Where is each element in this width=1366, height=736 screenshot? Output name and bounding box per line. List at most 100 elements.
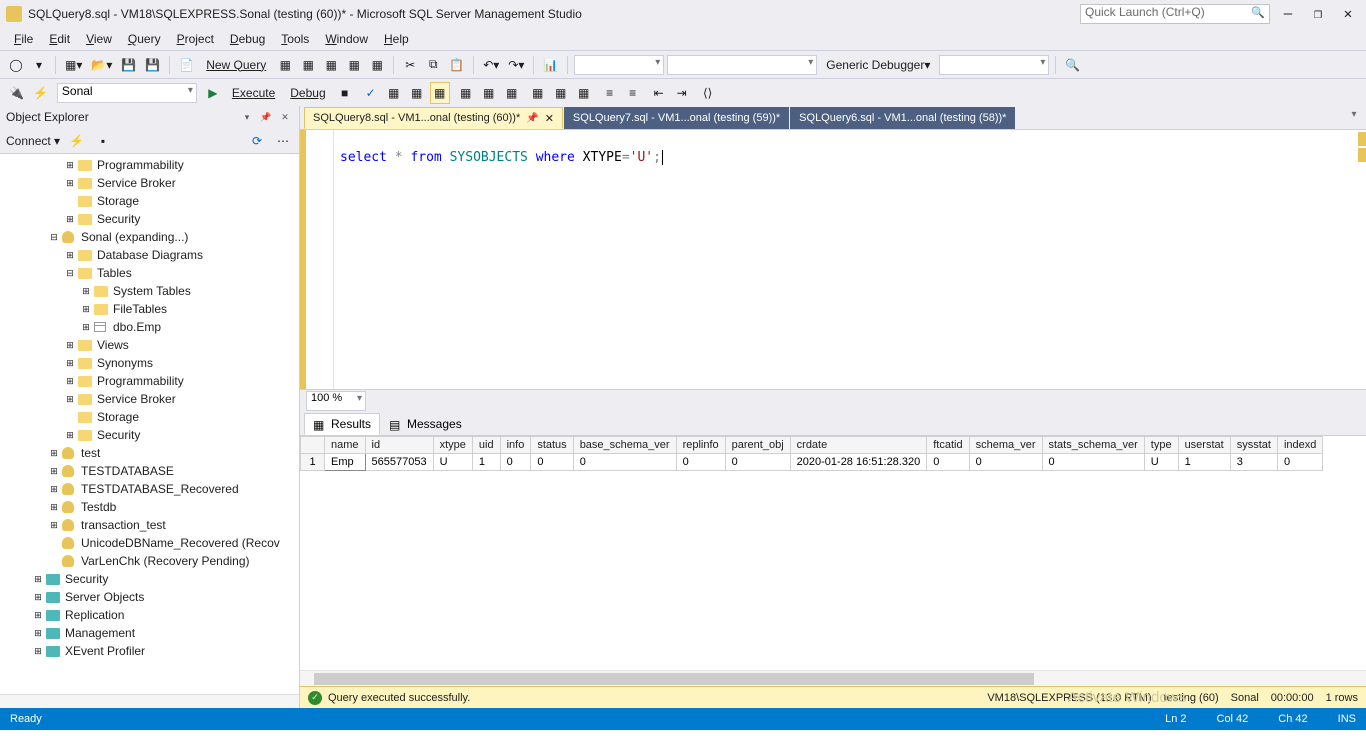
expand-icon[interactable]: ⊞ (48, 519, 60, 531)
expand-icon[interactable]: ⊞ (64, 213, 76, 225)
expand-icon[interactable] (64, 195, 76, 207)
include-plan-button[interactable]: ▦ (456, 82, 476, 104)
tree-node[interactable]: ⊞transaction_test (0, 516, 299, 534)
tree-node[interactable]: ⊞Replication (0, 606, 299, 624)
tree-node[interactable]: ⊞System Tables (0, 282, 299, 300)
column-header[interactable]: userstat (1178, 437, 1230, 454)
redo-button[interactable]: ↷▾ (505, 54, 527, 76)
new-query-icon[interactable]: 📄 (176, 54, 197, 76)
tree-node[interactable]: ⊞Security (0, 426, 299, 444)
expand-icon[interactable]: ⊟ (48, 231, 60, 243)
nav-back-button[interactable]: ◯ (6, 54, 26, 76)
auto-hide-button[interactable]: 📌 (258, 109, 274, 125)
stop-button[interactable]: ▪ (93, 130, 113, 152)
tree-node[interactable]: ⊞TESTDATABASE (0, 462, 299, 480)
expand-icon[interactable]: ⊞ (64, 429, 76, 441)
results-grid[interactable]: nameidxtypeuidinfostatusbase_schema_verr… (300, 436, 1366, 670)
include-stats-button[interactable]: ▦ (479, 82, 499, 104)
tree-node[interactable]: Storage (0, 408, 299, 426)
query-options-button[interactable]: ▦ (407, 82, 427, 104)
cell[interactable]: 0 (676, 454, 725, 471)
tree-node[interactable]: Storage (0, 192, 299, 210)
column-header[interactable]: base_schema_ver (573, 437, 676, 454)
refresh-button[interactable]: ⟳ (247, 130, 267, 152)
column-header[interactable]: replinfo (676, 437, 725, 454)
expand-icon[interactable] (48, 555, 60, 567)
column-header[interactable]: schema_ver (969, 437, 1042, 454)
expand-icon[interactable]: ⊞ (48, 465, 60, 477)
menu-query[interactable]: Query (120, 30, 169, 48)
filter-button[interactable]: ⋯ (273, 130, 293, 152)
column-header[interactable]: info (500, 437, 531, 454)
expand-icon[interactable]: ⊞ (64, 393, 76, 405)
cell[interactable]: 0 (1042, 454, 1144, 471)
expand-icon[interactable]: ⊞ (80, 321, 92, 333)
column-header[interactable]: id (365, 437, 433, 454)
debugger-target-dropdown[interactable] (939, 55, 1049, 75)
expand-icon[interactable] (64, 411, 76, 423)
engine-query-button[interactable]: ▦ (275, 54, 295, 76)
expand-icon[interactable] (48, 537, 60, 549)
cell[interactable]: 0 (927, 454, 969, 471)
cut-button[interactable]: ✂ (400, 54, 420, 76)
zoom-dropdown[interactable]: 100 % (306, 391, 366, 411)
expand-icon[interactable]: ⊞ (48, 483, 60, 495)
xmla-query-button[interactable]: ▦ (367, 54, 387, 76)
cell[interactable]: U (433, 454, 472, 471)
tree-node[interactable]: ⊟Sonal (expanding...) (0, 228, 299, 246)
solution-config-dropdown[interactable] (574, 55, 664, 75)
expand-icon[interactable]: ⊞ (64, 177, 76, 189)
expand-icon[interactable]: ⊞ (48, 447, 60, 459)
nav-fwd-button[interactable]: ▾ (29, 54, 49, 76)
parse-button[interactable]: ✓ (361, 82, 381, 104)
tab-messages[interactable]: ▤ Messages (380, 413, 471, 435)
grid-scrollbar[interactable] (300, 670, 1366, 686)
decrease-indent-button[interactable]: ⇤ (649, 82, 669, 104)
cell[interactable]: Emp (325, 454, 366, 471)
column-header[interactable]: ftcatid (927, 437, 969, 454)
disconnect-button[interactable]: ⚡ (30, 82, 51, 104)
as-query-button[interactable]: ▦ (298, 54, 318, 76)
cell[interactable]: 1 (1178, 454, 1230, 471)
execute-icon[interactable]: ▶ (203, 82, 223, 104)
cell[interactable]: 2020-01-28 16:51:28.320 (790, 454, 927, 471)
cell[interactable]: 0 (573, 454, 676, 471)
tab-sqlquery6[interactable]: SQLQuery6.sql - VM1...onal (testing (58)… (790, 107, 1015, 129)
menu-edit[interactable]: Edit (41, 30, 78, 48)
expand-icon[interactable]: ⊞ (64, 159, 76, 171)
include-client-stats-button[interactable]: ▦ (502, 82, 522, 104)
tree-node[interactable]: ⊞Database Diagrams (0, 246, 299, 264)
tree-node[interactable]: ⊞Management (0, 624, 299, 642)
code-text[interactable]: select * from SYSOBJECTS where XTYPE='U'… (334, 130, 1366, 389)
dmx-query-button[interactable]: ▦ (344, 54, 364, 76)
object-explorer-titlebar[interactable]: Object Explorer ▾ 📌 ✕ (0, 106, 299, 128)
expand-icon[interactable]: ⊞ (32, 573, 44, 585)
expand-icon[interactable]: ⊞ (80, 303, 92, 315)
disconnect-oe-button[interactable]: ⚡ (66, 130, 87, 152)
tab-sqlquery8[interactable]: SQLQuery8.sql - VM1...onal (testing (60)… (304, 107, 563, 129)
expand-icon[interactable]: ⊞ (80, 285, 92, 297)
cell[interactable]: 565577053 (365, 454, 433, 471)
new-project-button[interactable]: ▦▾ (62, 54, 85, 76)
copy-button[interactable]: ⧉ (423, 54, 443, 76)
column-header[interactable]: sysstat (1230, 437, 1277, 454)
menu-window[interactable]: Window (317, 30, 376, 48)
cell[interactable]: 0 (500, 454, 531, 471)
tree-node[interactable]: ⊟Tables (0, 264, 299, 282)
undo-button[interactable]: ↶▾ (480, 54, 502, 76)
tree-node[interactable]: ⊞dbo.Emp (0, 318, 299, 336)
cell[interactable]: 0 (969, 454, 1042, 471)
results-file-button[interactable]: ▦ (574, 82, 594, 104)
menu-debug[interactable]: Debug (222, 30, 273, 48)
menu-tools[interactable]: Tools (273, 30, 317, 48)
expand-icon[interactable]: ⊞ (64, 375, 76, 387)
cell[interactable]: 0 (531, 454, 573, 471)
column-header[interactable]: indexd (1277, 437, 1322, 454)
column-header[interactable] (301, 437, 325, 454)
window-position-button[interactable]: ▾ (239, 109, 255, 125)
cell[interactable]: 0 (725, 454, 790, 471)
results-text-button[interactable]: ▦ (528, 82, 548, 104)
oe-scrollbar[interactable] (0, 694, 299, 708)
menu-view[interactable]: View (78, 30, 120, 48)
cell[interactable]: 1 (301, 454, 325, 471)
